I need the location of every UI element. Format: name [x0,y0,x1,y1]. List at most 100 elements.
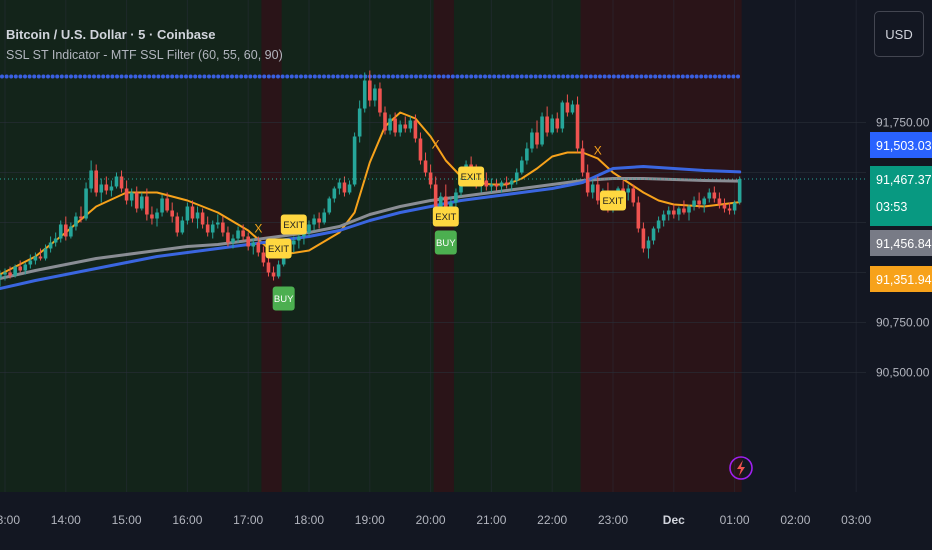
resistance-dot [703,74,708,79]
candle-body [707,192,712,199]
resistance-dot [128,74,133,79]
resistance-dot [717,74,722,79]
time-axis-label: 01:00 [720,513,750,527]
candle-body [180,220,185,233]
resistance-dot [289,74,294,79]
candle-body [433,184,438,207]
resistance-dot [736,74,740,79]
resistance-dot [699,74,704,79]
candle-body [297,236,301,241]
resistance-dot [69,74,73,79]
time-axis-label: 15:00 [112,513,142,527]
candle-body [570,104,575,113]
resistance-dot [197,74,202,79]
resistance-dot [101,74,106,79]
resistance-dot [432,74,437,79]
resistance-dot [726,74,731,79]
resistance-dot [524,74,529,79]
candle-body [656,220,661,229]
resistance-dot [151,74,156,79]
candle-body [48,242,53,249]
resistance-dot [584,74,589,79]
candle-body [38,256,43,259]
candle-body [104,184,109,191]
resistance-dot [133,74,138,79]
candle-body [165,198,169,211]
resistance-dot [36,74,41,79]
resistance-dot [207,74,211,79]
candle-body [560,102,565,129]
resistance-dot [496,74,501,79]
time-axis[interactable]: 13:00 14:00 15:00 16:00 17:00 18:00 19:00 20:00… [0,513,872,527]
candle-body [119,176,124,189]
exit-label-text: EXIT [283,220,304,231]
resistance-dot [188,74,193,79]
price-axis-label: 90,750.00 [876,316,930,330]
candle-body [69,226,73,237]
chart-canvas[interactable]: X X X EXIT EXIT BUY EXIT EXIT BUY EXIT 91,750.00 9… [0,0,932,550]
resistance-dot [552,74,556,79]
candle-body [489,184,494,187]
resistance-dot [510,74,515,79]
resistance-dot [9,74,14,79]
candle-body [438,196,443,207]
candle-body [347,184,352,193]
resistance-dot [326,74,331,79]
candle-body [0,274,2,278]
time-axis-label: 03:00 [841,513,871,527]
currency-button[interactable]: USD [874,11,924,57]
resistance-dot [165,74,170,79]
candle-body [175,216,180,233]
resistance-dot [18,74,23,79]
candle-body [114,176,119,187]
symbol-title: Bitcoin / U.S. Dollar · 5 · Coinbase [6,27,216,42]
resistance-dot [625,74,630,79]
resistance-dot [308,74,313,79]
price-tag-value: 91,503.03 [876,139,932,153]
cross-mark: X [254,222,262,236]
resistance-dot [427,74,432,79]
candle-body [337,182,342,189]
resistance-dot [542,74,547,79]
candle-body [545,116,549,133]
candle-body [327,198,332,213]
resistance-dot [731,74,736,79]
resistance-dot [220,74,225,79]
candle-body [140,196,144,209]
indicator-title[interactable]: SSL ST Indicator - MTF SSL Filter (60, 5… [6,48,283,62]
resistance-dot [41,74,46,79]
resistance-dot [345,74,349,79]
resistance-dot [262,74,267,79]
resistance-dot [372,74,377,79]
candle-body [109,186,114,191]
candle-body [246,236,250,247]
resistance-dot [391,74,395,79]
candle-body [8,272,12,276]
resistance-dot [174,74,179,79]
resistance-dot [565,74,570,79]
resistance-dot [464,74,469,79]
resistance-dot [487,74,492,79]
candle-body [651,228,656,241]
candle-body [221,222,225,233]
resistance-dot [239,74,244,79]
resistance-dot [82,74,87,79]
resistance-dot [248,74,253,79]
time-axis-label: 02:00 [780,513,810,527]
price-axis-label: 90,500.00 [876,366,930,380]
resistance-dot [317,74,322,79]
resistance-dot [179,74,184,79]
candle-body [687,206,691,213]
candle-body [352,136,357,185]
candle-body [398,124,402,133]
resistance-dot [377,74,382,79]
time-axis-label: 18:00 [294,513,324,527]
resistance-dot [78,74,83,79]
time-axis-label: 20:00 [416,513,446,527]
buy-label-text: BUY [436,238,456,249]
candle-body [210,224,215,233]
candle-body [251,242,256,247]
candle-body [692,200,696,207]
price-tag-countdown: 03:53 [876,200,907,214]
candle-body [373,88,377,101]
